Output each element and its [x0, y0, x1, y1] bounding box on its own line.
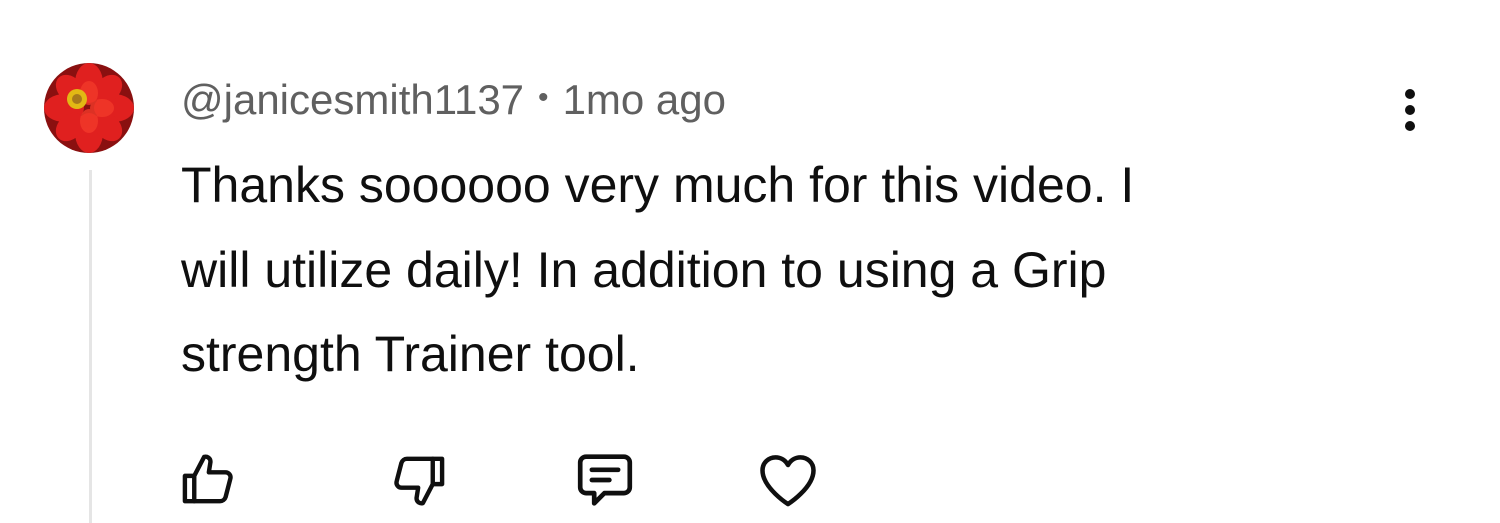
- comment-timestamp[interactable]: 1mo ago: [563, 76, 726, 124]
- dislike-button[interactable]: [379, 440, 459, 520]
- avatar[interactable]: [44, 63, 134, 153]
- comment-reply-icon: [577, 454, 633, 506]
- red-flower-avatar-icon: [44, 63, 134, 153]
- reply-button[interactable]: [565, 440, 645, 520]
- comment-text: Thanks soooooo very much for this video.…: [181, 157, 1135, 382]
- comment-card: @janicesmith1137 • 1mo ago Thanks sooooo…: [0, 0, 1500, 523]
- like-button[interactable]: [168, 440, 248, 520]
- comment-meta: @janicesmith1137 • 1mo ago: [181, 74, 726, 126]
- thumbs-down-icon: [394, 456, 445, 506]
- meta-separator: •: [538, 81, 549, 114]
- heart-icon: [760, 455, 816, 507]
- author-name[interactable]: @janicesmith1137: [181, 76, 524, 124]
- more-vertical-icon-dot: [1405, 121, 1415, 131]
- more-options-button[interactable]: [1386, 80, 1434, 140]
- heart-button[interactable]: [748, 440, 828, 520]
- thumbs-up-icon: [182, 454, 233, 504]
- more-vertical-icon-dot: [1405, 105, 1415, 115]
- more-vertical-icon: [1405, 89, 1415, 99]
- comment-actions: [0, 440, 1500, 520]
